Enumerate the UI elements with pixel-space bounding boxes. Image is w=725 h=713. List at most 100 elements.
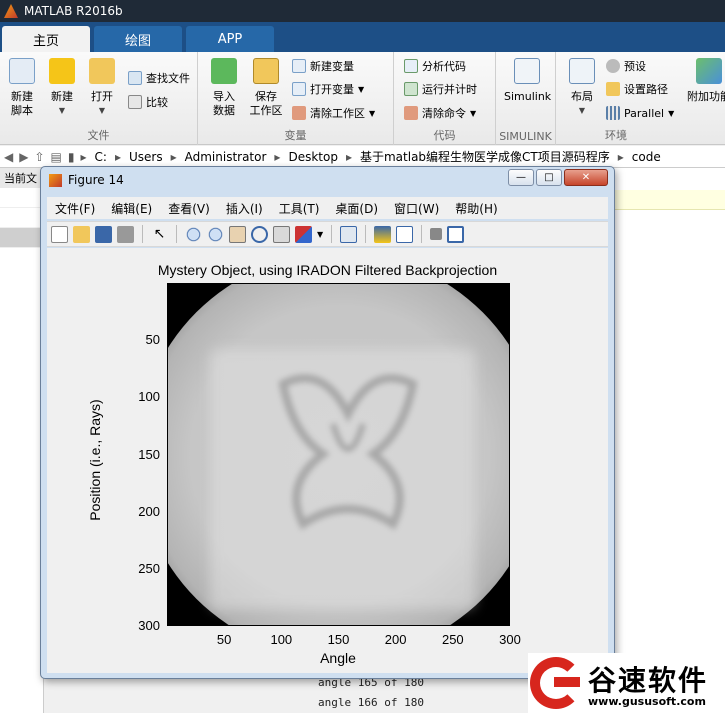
- layout-button[interactable]: 布局 ▼: [562, 58, 602, 118]
- new-variable-icon: [292, 59, 306, 73]
- layout-icon: [569, 58, 595, 84]
- chevron-down-icon: ▼: [58, 106, 66, 115]
- new-variable-button[interactable]: 新建变量: [292, 56, 354, 76]
- chevron-down-icon: ▼: [578, 106, 586, 115]
- y-tick-label: 300: [138, 618, 160, 633]
- link-plot-icon[interactable]: [340, 225, 358, 243]
- tab-plots[interactable]: 绘图: [94, 26, 182, 52]
- new-figure-icon[interactable]: [51, 225, 68, 243]
- command-output-line: angle 166 of 180: [318, 696, 424, 709]
- tab-home[interactable]: 主页: [2, 26, 90, 52]
- menu-insert[interactable]: 插入(I): [218, 200, 271, 217]
- data-cursor-icon[interactable]: [273, 225, 290, 243]
- command-window-panel: [612, 168, 725, 713]
- parallel-button[interactable]: Parallel ▼: [606, 103, 674, 123]
- compare-button[interactable]: 比较: [128, 92, 168, 112]
- zoom-out-icon[interactable]: [207, 225, 224, 243]
- simulink-button[interactable]: Simulink: [504, 58, 551, 104]
- breadcrumb-item[interactable]: 基于matlab编程生物医学成像CT项目源码程序: [360, 148, 610, 165]
- rotate-icon[interactable]: [251, 225, 268, 243]
- close-button[interactable]: ✕: [564, 169, 608, 186]
- menu-window[interactable]: 窗口(W): [386, 200, 447, 217]
- open-variable-icon: [292, 82, 306, 96]
- find-files-button[interactable]: 查找文件: [128, 68, 190, 88]
- x-tick-label: 200: [384, 632, 407, 647]
- figure-title: Figure 14: [68, 173, 124, 187]
- run-time-icon: [404, 82, 418, 96]
- clear-workspace-button[interactable]: 清除工作区 ▼: [292, 103, 375, 123]
- menu-help[interactable]: 帮助(H): [447, 200, 505, 217]
- add-ons-button[interactable]: 附加功能: [686, 58, 725, 104]
- y-tick-label: 50: [145, 332, 160, 348]
- print-icon[interactable]: [117, 225, 134, 243]
- chevron-down-icon[interactable]: ▼: [317, 230, 323, 239]
- breadcrumb-item[interactable]: Administrator: [185, 150, 267, 164]
- x-tick-label: 150: [327, 632, 350, 647]
- tab-apps[interactable]: APP: [186, 26, 274, 52]
- up-folder-icon[interactable]: ⇧: [34, 150, 44, 164]
- chevron-down-icon: ▼: [668, 108, 675, 118]
- ribbon-group-simulink: Simulink SIMULINK: [496, 52, 556, 145]
- maximize-button[interactable]: □: [536, 169, 562, 186]
- new-script-icon: [9, 58, 35, 84]
- new-button[interactable]: 新建 ▼: [42, 58, 82, 118]
- matlab-title-bar: MATLAB R2016b: [0, 0, 725, 22]
- breadcrumb-item[interactable]: Desktop: [288, 150, 338, 164]
- menu-tools[interactable]: 工具(T): [271, 200, 328, 217]
- breadcrumb-item[interactable]: Users: [129, 150, 163, 164]
- menu-desktop[interactable]: 桌面(D): [327, 200, 386, 217]
- analyze-code-button[interactable]: 分析代码: [404, 56, 466, 76]
- hide-plot-tools-icon[interactable]: [430, 228, 443, 240]
- list-item[interactable]: [0, 208, 43, 228]
- clear-commands-button[interactable]: 清除命令 ▼: [404, 103, 476, 123]
- menu-file[interactable]: 文件(F): [47, 200, 103, 217]
- chevron-down-icon: ▼: [369, 108, 376, 118]
- figure-toolbar: ↖ ▼: [47, 221, 608, 247]
- pan-icon[interactable]: [229, 225, 246, 243]
- simulink-icon: [514, 58, 540, 84]
- parallel-icon: [606, 106, 620, 120]
- breadcrumb-item[interactable]: C:: [95, 150, 107, 164]
- colorbar-icon[interactable]: [374, 225, 392, 243]
- image-axes[interactable]: [167, 283, 510, 626]
- minimize-button[interactable]: —: [508, 169, 534, 186]
- save-icon[interactable]: [95, 225, 112, 243]
- breadcrumb-item[interactable]: code: [632, 150, 661, 164]
- new-script-button[interactable]: 新建 脚本: [2, 58, 42, 118]
- zoom-in-icon[interactable]: [185, 225, 202, 243]
- open-file-icon[interactable]: [73, 225, 90, 243]
- back-arrow-icon[interactable]: ◀: [4, 150, 13, 164]
- breadcrumb: ▸ C: ▸ Users ▸ Administrator ▸ Desktop ▸…: [80, 148, 661, 165]
- chevron-down-icon: ▼: [358, 84, 365, 94]
- ribbon-tab-strip: 主页 绘图 APP: [0, 22, 725, 52]
- open-button[interactable]: 打开 ▼: [82, 58, 122, 118]
- forward-arrow-icon[interactable]: ▶: [19, 150, 28, 164]
- chevron-down-icon: ▼: [98, 106, 106, 115]
- import-data-button[interactable]: 导入 数据: [204, 58, 244, 118]
- list-item[interactable]: [0, 188, 43, 208]
- open-variable-button[interactable]: 打开变量 ▼: [292, 79, 364, 99]
- reconstruction-glyph: [278, 374, 418, 530]
- save-workspace-button[interactable]: 保存 工作区: [246, 58, 286, 118]
- folder-icon: [606, 82, 620, 96]
- browse-folder-icon[interactable]: ▤: [51, 150, 62, 164]
- list-item[interactable]: [0, 228, 43, 248]
- menu-view[interactable]: 查看(V): [160, 200, 218, 217]
- gear-icon: [606, 59, 620, 73]
- watermark-url: www.gususoft.com: [588, 695, 706, 708]
- show-plot-tools-icon[interactable]: [447, 225, 465, 243]
- pointer-icon[interactable]: ↖: [151, 226, 168, 243]
- run-and-time-button[interactable]: 运行并计时: [404, 79, 477, 99]
- set-path-button[interactable]: 设置路径: [606, 79, 668, 99]
- legend-icon[interactable]: [396, 225, 414, 243]
- y-tick-label: 200: [138, 503, 160, 519]
- x-tick-label: 250: [441, 632, 464, 647]
- find-files-icon: [128, 71, 142, 85]
- menu-edit[interactable]: 编辑(E): [103, 200, 160, 217]
- plot-title: Mystery Object, using IRADON Filtered Ba…: [157, 262, 498, 278]
- x-axis-label: Angle: [320, 650, 356, 666]
- brush-icon[interactable]: [295, 225, 312, 243]
- preferences-button[interactable]: 预设: [606, 56, 646, 76]
- figure-window[interactable]: Figure 14 — □ ✕ 文件(F) 编辑(E) 查看(V) 插入(I) …: [40, 166, 615, 679]
- ribbon-group-variable: 导入 数据 保存 工作区 新建变量 打开变量 ▼ 清除工作区 ▼ 变量: [198, 52, 394, 145]
